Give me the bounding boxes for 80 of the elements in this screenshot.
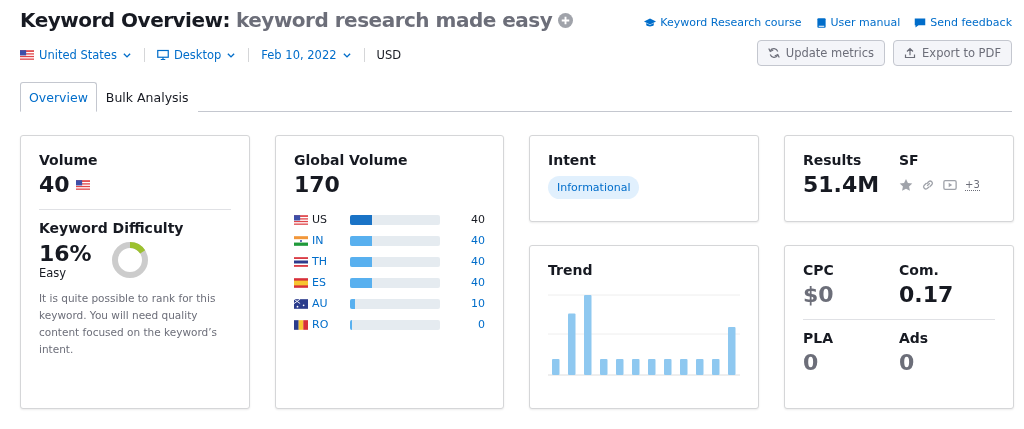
date-dropdown[interactable]: Feb 10, 2022 bbox=[249, 48, 365, 62]
trend-bar bbox=[648, 359, 656, 375]
country-code: RO bbox=[312, 318, 330, 331]
card-title: Results bbox=[803, 152, 863, 168]
keyword-title: keyword research made easy bbox=[236, 8, 553, 32]
refresh-icon bbox=[767, 47, 780, 59]
add-icon bbox=[558, 12, 574, 28]
metric-value: 0.17 bbox=[899, 282, 955, 307]
trend-bar bbox=[568, 313, 576, 375]
country-volume: 40 bbox=[470, 213, 485, 226]
chevron-down-icon bbox=[226, 50, 237, 60]
more-features-count[interactable]: +3 bbox=[965, 178, 980, 191]
chevron-down-icon bbox=[121, 50, 132, 60]
difficulty-description: It is quite possible to rank for this keyword. You will need quality content focused on the keyword’s intent. bbox=[39, 291, 218, 357]
graduation-cap-icon bbox=[644, 16, 657, 29]
toolbar-button[interactable]: Export to PDF bbox=[893, 40, 1012, 66]
video-icon bbox=[943, 177, 957, 192]
card-title: Trend bbox=[548, 262, 594, 278]
flag-icon bbox=[294, 319, 308, 330]
trend-bar bbox=[600, 359, 608, 375]
chevron-down-icon bbox=[341, 50, 352, 60]
header-link[interactable]: User manual bbox=[815, 16, 901, 29]
metric-value: $0 bbox=[803, 282, 835, 307]
card-title: Intent bbox=[548, 152, 598, 168]
star-icon bbox=[899, 177, 913, 192]
results-value: 51.4M bbox=[803, 172, 881, 197]
link-icon bbox=[921, 177, 935, 192]
country-code: TH bbox=[312, 255, 328, 268]
difficulty-ring bbox=[111, 242, 148, 278]
monitor-icon bbox=[156, 49, 169, 61]
book-icon bbox=[815, 16, 827, 29]
flag-icon bbox=[294, 277, 308, 288]
trend-bar bbox=[632, 359, 640, 375]
country-volume: 40 bbox=[470, 255, 485, 268]
trend-bar bbox=[616, 359, 624, 375]
metric-value: 0 bbox=[803, 350, 820, 375]
flag-icon bbox=[294, 214, 308, 225]
metric-label: Com. bbox=[899, 262, 940, 278]
trend-bar bbox=[728, 327, 736, 375]
country-volume: 40 bbox=[470, 234, 485, 247]
difficulty-value: 16% bbox=[39, 240, 92, 266]
page-title: Keyword Overview: bbox=[20, 8, 230, 32]
country-code: ES bbox=[312, 276, 327, 289]
trend-bar bbox=[680, 359, 688, 375]
metric-label: Ads bbox=[899, 330, 930, 346]
trend-bar bbox=[664, 359, 672, 375]
flag-icon bbox=[294, 298, 308, 309]
card-title: Volume bbox=[39, 152, 99, 168]
intent-tag: Informational bbox=[548, 176, 640, 199]
flag-icon bbox=[20, 50, 34, 60]
flag-icon bbox=[294, 256, 308, 267]
difficulty-rating: Easy bbox=[39, 265, 68, 280]
trend-bar bbox=[696, 359, 704, 375]
card-title: SF bbox=[899, 152, 920, 168]
tab[interactable]: Overview bbox=[20, 82, 97, 112]
country-code: AU bbox=[312, 297, 329, 310]
country-volume: 10 bbox=[470, 297, 485, 310]
country-volume: 40 bbox=[470, 276, 485, 289]
trend-bar bbox=[552, 359, 560, 375]
currency-label: USD bbox=[375, 48, 402, 62]
card-title: Keyword Difficulty bbox=[39, 220, 185, 236]
metric-value: 0 bbox=[899, 350, 916, 375]
country-dropdown[interactable]: United States bbox=[20, 48, 145, 62]
country-code: US bbox=[312, 213, 329, 226]
country-volume: 0 bbox=[477, 318, 485, 331]
header-link[interactable]: Send feedback bbox=[914, 16, 1012, 29]
metric-label: PLA bbox=[803, 330, 835, 346]
flag-icon bbox=[294, 235, 308, 246]
speech-bubble-icon bbox=[914, 16, 927, 29]
global-volume-value: 170 bbox=[294, 172, 341, 197]
upload-icon bbox=[904, 47, 917, 59]
metric-label: CPC bbox=[803, 262, 835, 278]
country-code: IN bbox=[312, 234, 325, 247]
volume-value: 40 bbox=[39, 172, 70, 197]
header-link[interactable]: Keyword Research course bbox=[644, 16, 802, 29]
trend-bar bbox=[712, 359, 720, 375]
flag-icon bbox=[75, 179, 90, 190]
card-title: Global Volume bbox=[294, 152, 409, 168]
device-dropdown[interactable]: Desktop bbox=[144, 48, 250, 62]
toolbar-button[interactable]: Update metrics bbox=[756, 40, 886, 66]
